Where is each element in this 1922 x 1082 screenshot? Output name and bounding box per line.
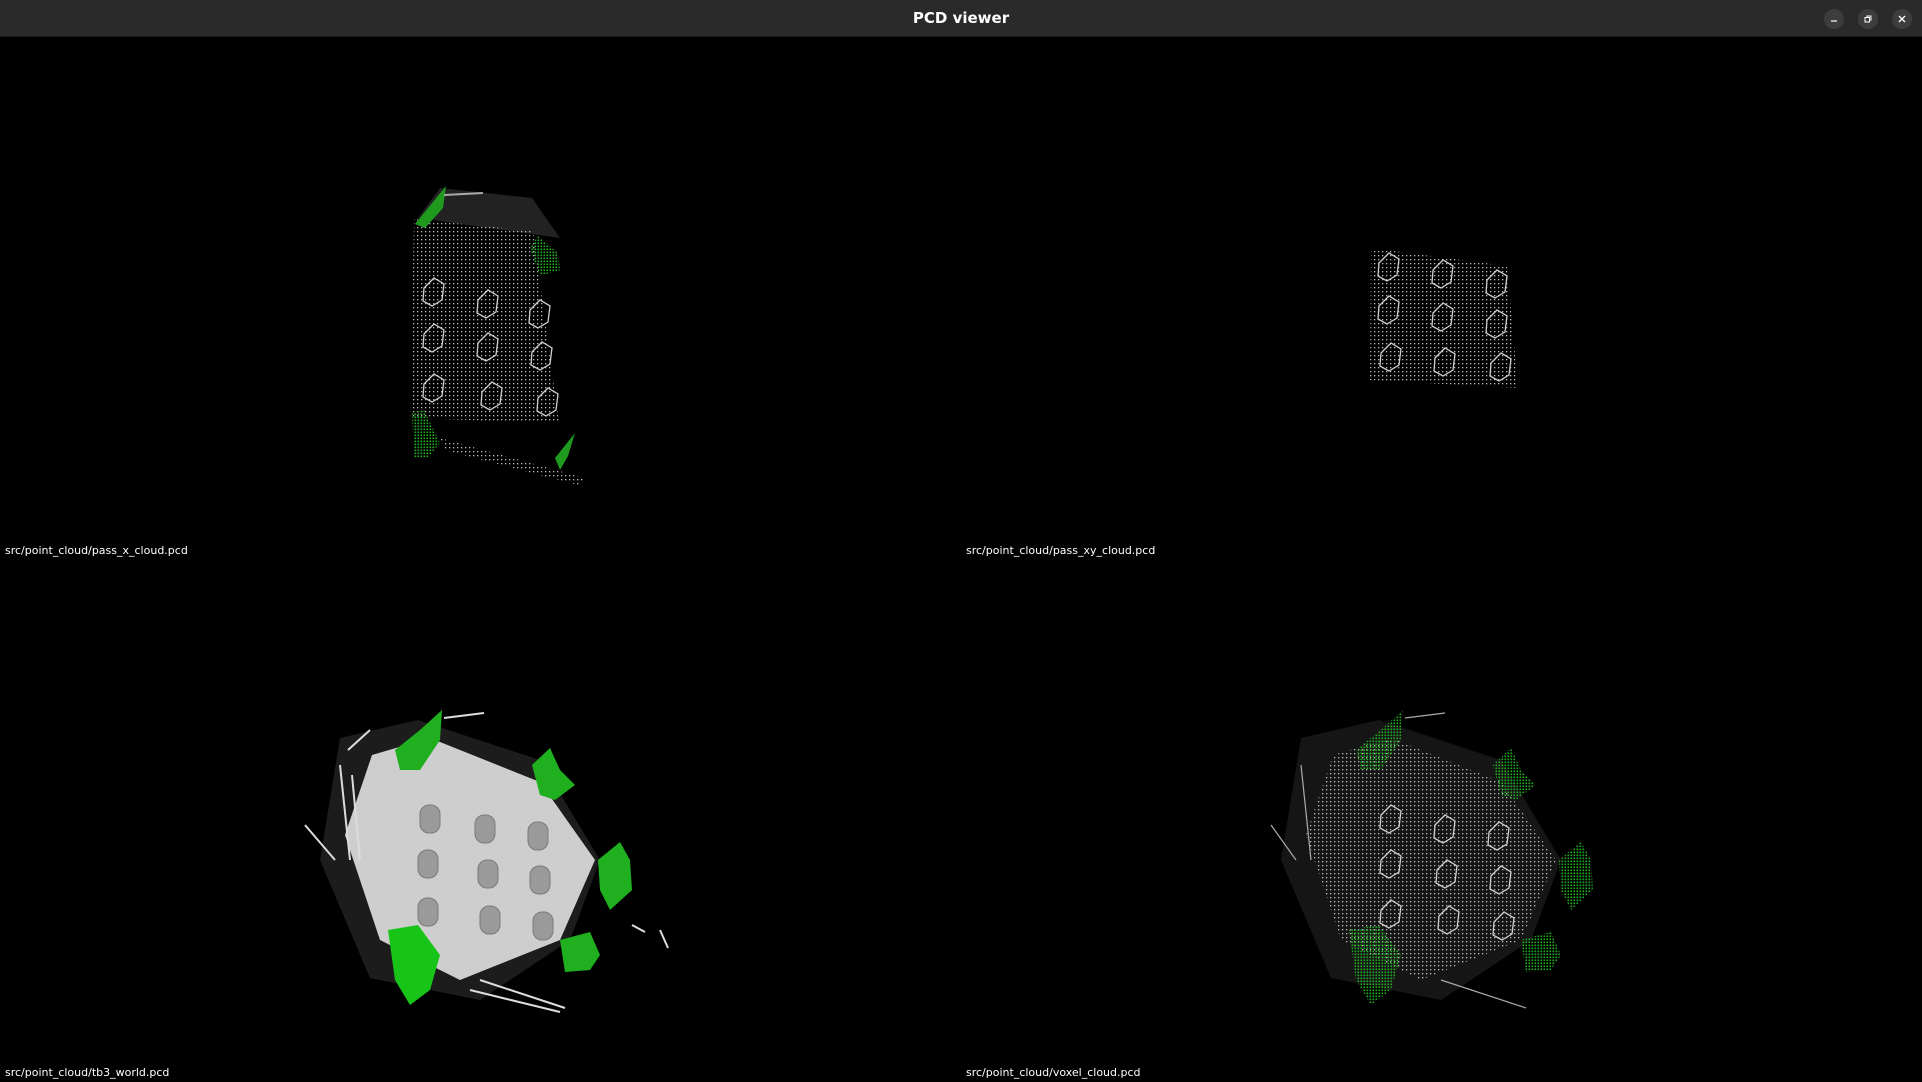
minimize-icon (1831, 20, 1837, 22)
viewport-grid: src/point_cloud/pass_x_cloud.pcd src/poi… (0, 38, 1922, 1082)
viewport-file-label: src/point_cloud/pass_xy_cloud.pcd (966, 544, 1156, 557)
pcd-viewer-window: PCD viewer src/point_cloud/pass_x_cloud.… (0, 0, 1922, 1082)
maximize-button[interactable] (1858, 9, 1878, 29)
minimize-button[interactable] (1824, 9, 1844, 29)
title-bar[interactable]: PCD viewer (0, 0, 1922, 37)
point-cloud-pass-xy[interactable] (961, 38, 1922, 560)
viewport-file-label: src/point_cloud/tb3_world.pcd (5, 1066, 170, 1079)
viewport-pass-x-cloud[interactable]: src/point_cloud/pass_x_cloud.pcd (0, 38, 961, 560)
viewport-file-label: src/point_cloud/pass_x_cloud.pcd (5, 544, 188, 557)
point-cloud-voxel[interactable] (961, 560, 1922, 1082)
viewport-file-label: src/point_cloud/voxel_cloud.pcd (966, 1066, 1141, 1079)
viewport-voxel-cloud[interactable]: src/point_cloud/voxel_cloud.pcd (961, 560, 1922, 1082)
point-cloud-tb3-world[interactable] (0, 560, 961, 1082)
close-icon (1898, 15, 1906, 23)
window-title: PCD viewer (912, 9, 1010, 27)
viewport-tb3-world[interactable]: src/point_cloud/tb3_world.pcd (0, 560, 961, 1082)
restore-icon (1864, 15, 1872, 23)
point-cloud-pass-x[interactable] (0, 38, 961, 560)
close-button[interactable] (1892, 9, 1912, 29)
viewport-pass-xy-cloud[interactable]: src/point_cloud/pass_xy_cloud.pcd (961, 38, 1922, 560)
